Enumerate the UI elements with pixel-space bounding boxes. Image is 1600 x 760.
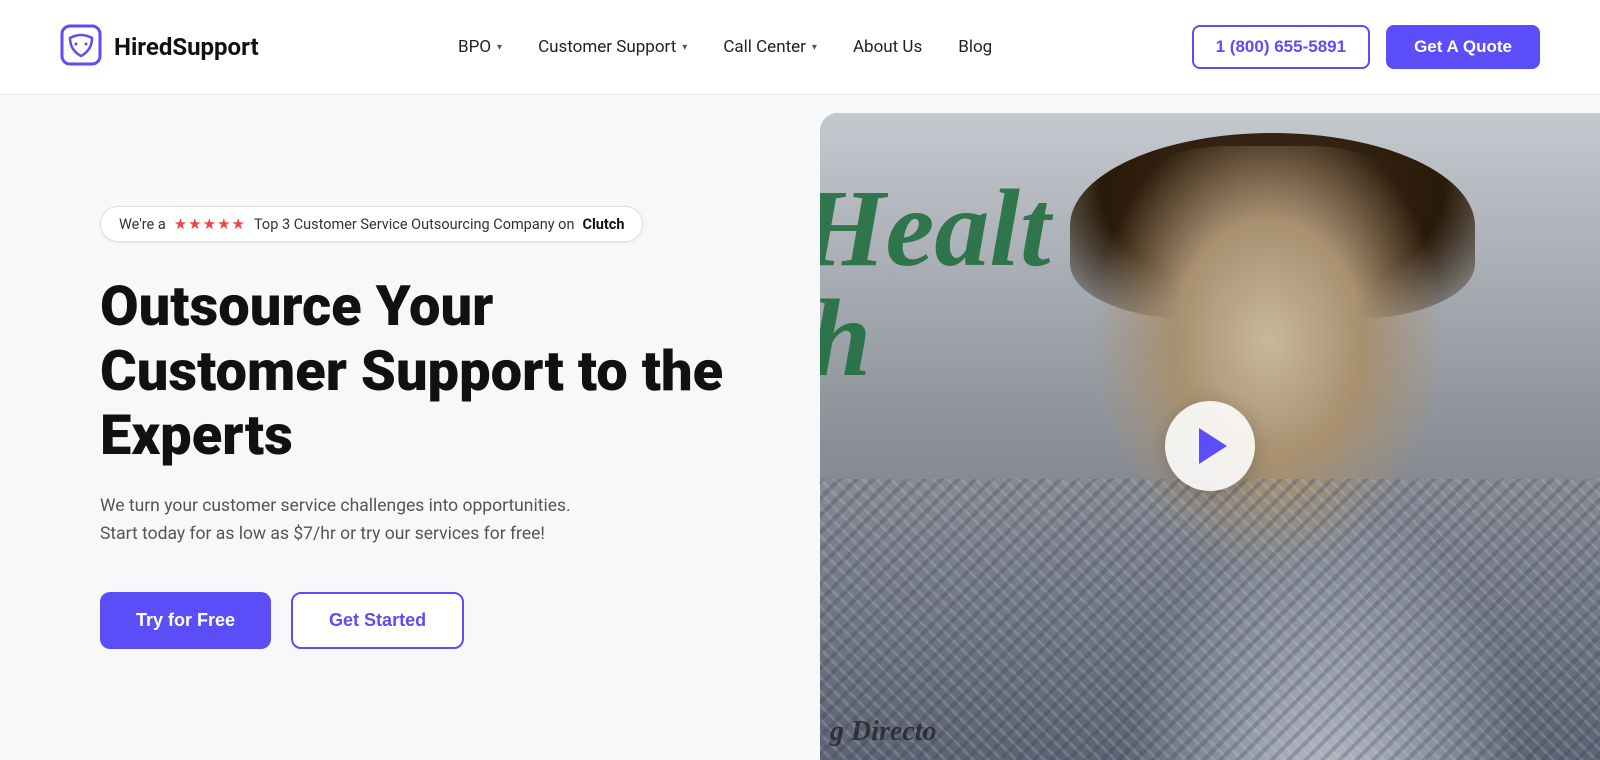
logo-icon xyxy=(60,24,102,70)
clutch-badge: We're a ★★★★★ Top 3 Customer Service Out… xyxy=(100,206,643,242)
badge-brand: Clutch xyxy=(582,216,624,233)
chevron-down-icon: ▾ xyxy=(812,42,817,53)
hero-heading: Outsource Your Customer Support to the E… xyxy=(100,274,740,467)
play-button[interactable] xyxy=(1165,401,1255,491)
logo[interactable]: HiredSupport xyxy=(60,24,259,70)
chevron-down-icon: ▾ xyxy=(497,42,502,53)
badge-prefix: We're a xyxy=(119,216,166,233)
nav-about-us[interactable]: About Us xyxy=(853,37,922,57)
hero-subtext: We turn your customer service challenges… xyxy=(100,492,600,548)
badge-suffix: Top 3 Customer Service Outsourcing Compa… xyxy=(254,216,574,233)
get-started-button[interactable]: Get Started xyxy=(291,592,464,649)
main-nav: BPO ▾ Customer Support ▾ Call Center ▾ A… xyxy=(458,37,992,57)
hero-left: We're a ★★★★★ Top 3 Customer Service Out… xyxy=(0,95,820,760)
nav-blog[interactable]: Blog xyxy=(958,37,992,57)
nav-customer-support[interactable]: Customer Support ▾ xyxy=(538,37,687,57)
get-quote-button[interactable]: Get A Quote xyxy=(1386,25,1540,69)
nav-bpo[interactable]: BPO ▾ xyxy=(458,37,502,57)
try-for-free-button[interactable]: Try for Free xyxy=(100,592,271,649)
video-thumbnail[interactable]: Healt h g Directo xyxy=(820,113,1600,760)
health-text-1: Healt xyxy=(820,173,1051,283)
chevron-down-icon: ▾ xyxy=(682,42,687,53)
header: HiredSupport BPO ▾ Customer Support ▾ Ca… xyxy=(0,0,1600,95)
main-content: We're a ★★★★★ Top 3 Customer Service Out… xyxy=(0,95,1600,760)
cta-buttons: Try for Free Get Started xyxy=(100,592,740,649)
phone-button[interactable]: 1 (800) 655-5891 xyxy=(1192,25,1370,69)
health-text-2: h xyxy=(820,283,871,393)
logo-text: HiredSupport xyxy=(114,33,259,61)
caption-text: g Directo xyxy=(830,716,937,748)
nav-call-center[interactable]: Call Center ▾ xyxy=(723,37,817,57)
person-shirt xyxy=(820,479,1600,760)
hero-right: Healt h g Directo xyxy=(820,95,1600,760)
stars-icon: ★★★★★ xyxy=(174,215,246,233)
header-actions: 1 (800) 655-5891 Get A Quote xyxy=(1192,25,1540,69)
